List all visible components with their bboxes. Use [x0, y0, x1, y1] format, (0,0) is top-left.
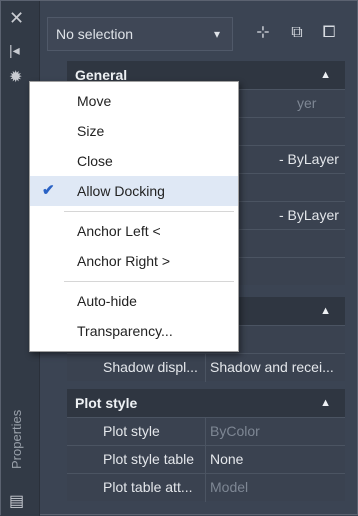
selection-dropdown-value: No selection	[56, 26, 134, 42]
property-value: Model	[205, 474, 345, 502]
checkmark-icon: ✔	[42, 182, 55, 199]
properties-palette: ✕ |◂ ✹ Properties ▤ No selection ▾ ⊹ ⧉ ⧠…	[0, 0, 358, 516]
auto-hide-icon[interactable]: |◂	[9, 41, 20, 59]
palette-options-menu: Move Size Close ✔ Allow Docking Anchor L…	[29, 81, 239, 352]
menu-item-anchor-left[interactable]: Anchor Left <	[30, 216, 238, 246]
palette-title-label-wrap: Properties	[7, 373, 27, 473]
property-name: Plot style table	[103, 451, 195, 467]
properties-icon[interactable]: ▤	[9, 493, 24, 511]
menu-item-auto-hide[interactable]: Auto-hide	[30, 286, 238, 316]
section-plot-style-title: Plot style	[75, 395, 138, 411]
property-value: None	[205, 446, 345, 474]
select-objects-button[interactable]: ⊹	[249, 19, 277, 47]
menu-item-size[interactable]: Size	[30, 116, 238, 146]
menu-item-close[interactable]: Close	[30, 146, 238, 176]
property-row-plot-style[interactable]: Plot style ByColor	[67, 417, 345, 446]
selection-toolbar: No selection ▾ ⊹ ⧉ ⧠	[47, 17, 347, 53]
menu-item-move[interactable]: Move	[30, 86, 238, 116]
menu-separator	[64, 211, 234, 212]
section-plot-style[interactable]: Plot style ▲	[67, 389, 345, 417]
close-icon[interactable]: ✕	[9, 9, 24, 27]
collapse-icon[interactable]: ▲	[320, 389, 331, 417]
select-objects-icon: ⊹	[256, 24, 270, 41]
collapse-icon[interactable]: ▲	[320, 297, 331, 325]
palette-title-label: Properties	[9, 409, 24, 469]
property-name: Plot table att...	[103, 479, 193, 495]
selection-dropdown[interactable]: No selection ▾	[47, 17, 233, 51]
toggle-pickadd-icon: ⧠	[322, 24, 336, 41]
toggle-pickadd-button[interactable]: ⧠	[315, 19, 343, 47]
menu-item-transparency[interactable]: Transparency...	[30, 316, 238, 346]
menu-item-anchor-right[interactable]: Anchor Right >	[30, 246, 238, 276]
property-value: ByColor	[205, 418, 345, 446]
property-row-shadow-display[interactable]: Shadow displ... Shadow and recei...	[67, 353, 345, 382]
chevron-down-icon: ▾	[213, 27, 220, 41]
property-row-plot-table-attached[interactable]: Plot table att... Model	[67, 473, 345, 502]
quick-select-icon: ⧉	[291, 24, 303, 41]
gear-icon[interactable]: ✹	[9, 69, 22, 87]
property-row-plot-style-table[interactable]: Plot style table None	[67, 445, 345, 474]
quick-select-button[interactable]: ⧉	[283, 19, 311, 47]
menu-separator	[64, 281, 234, 282]
property-name: Plot style	[103, 423, 160, 439]
property-name: Shadow displ...	[103, 359, 198, 375]
collapse-icon[interactable]: ▲	[320, 61, 331, 89]
menu-item-allow-docking[interactable]: ✔ Allow Docking	[30, 176, 238, 206]
property-value: Shadow and recei...	[205, 354, 345, 382]
